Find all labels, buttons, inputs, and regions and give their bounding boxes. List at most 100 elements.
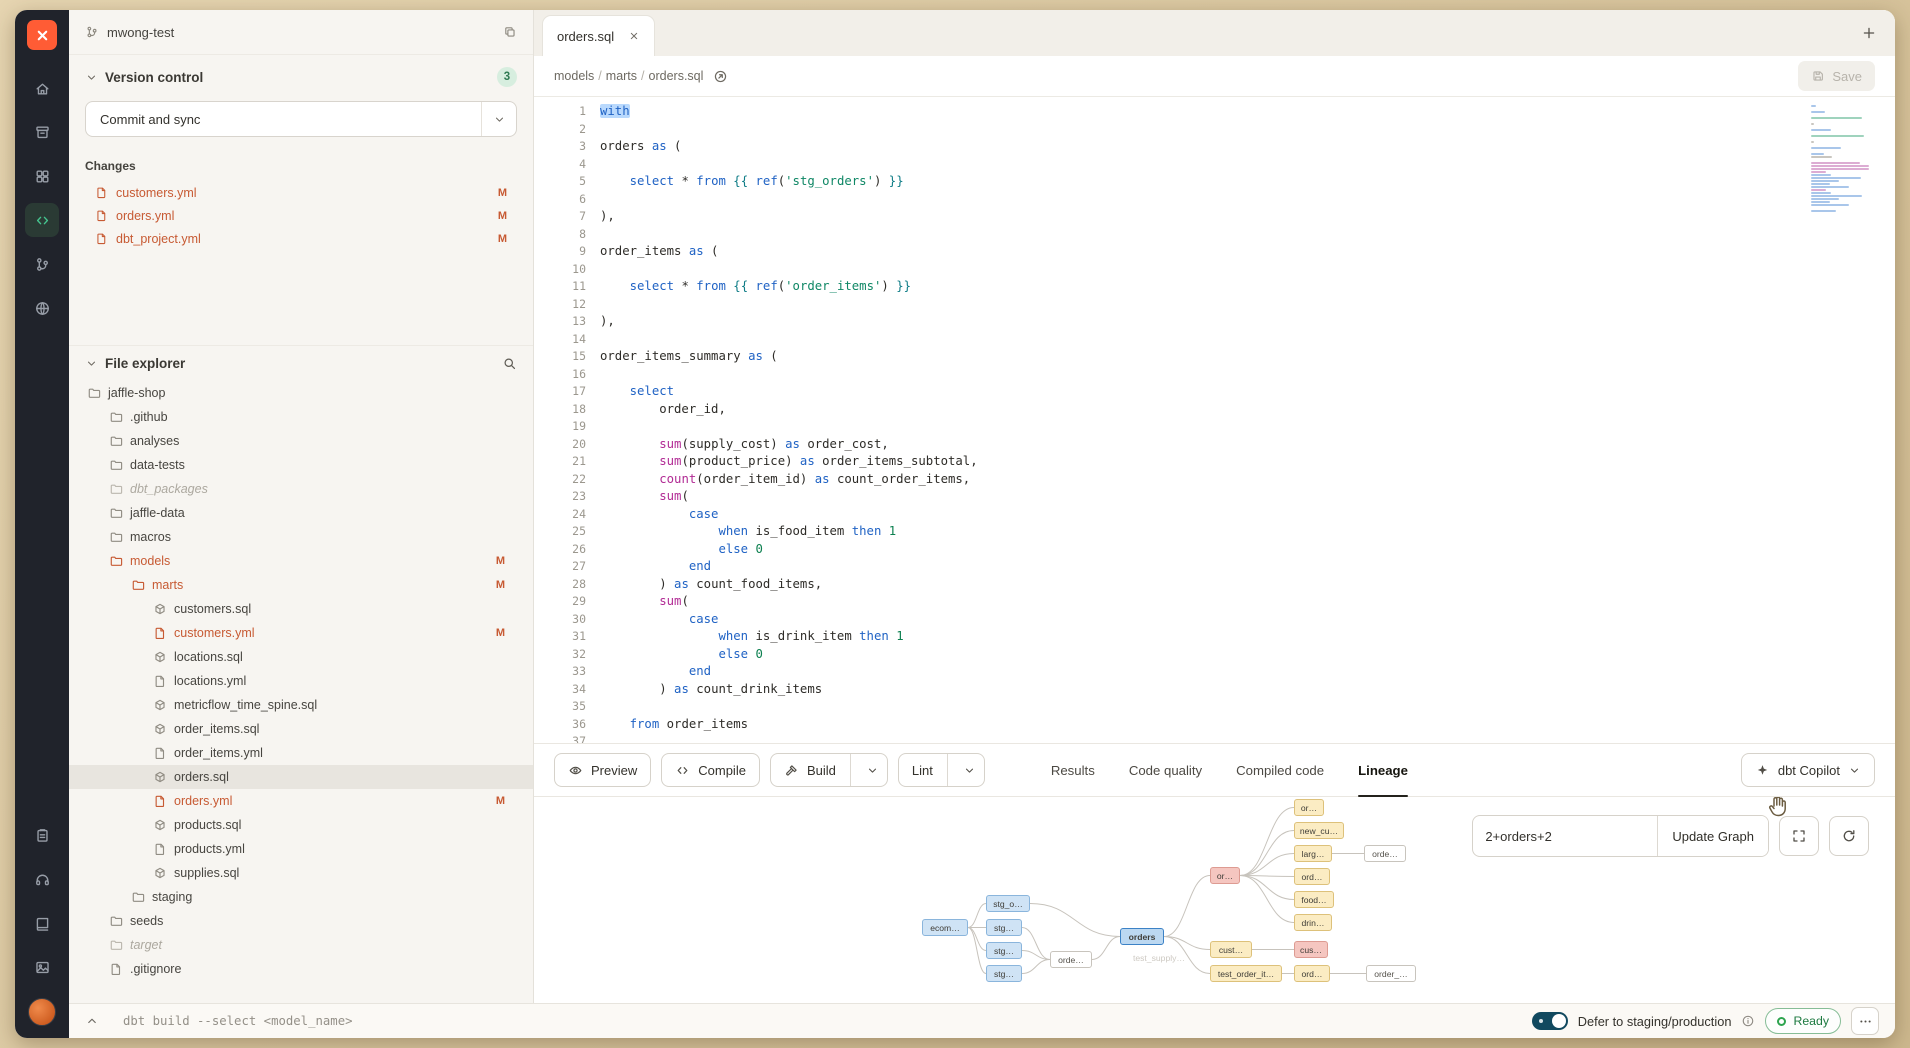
tree-item[interactable]: .gitignore bbox=[69, 957, 533, 981]
lineage-node-newcu[interactable]: new_cu… bbox=[1294, 822, 1344, 839]
breadcrumb[interactable]: models/marts/orders.sql bbox=[554, 69, 703, 83]
breadcrumb-segment[interactable]: orders.sql bbox=[649, 69, 704, 83]
code-line[interactable]: 28 ) as count_food_items, bbox=[534, 576, 1895, 594]
tree-item[interactable]: jaffle-shop bbox=[69, 381, 533, 405]
tree-item[interactable]: modelsM bbox=[69, 549, 533, 573]
tab-results[interactable]: Results bbox=[1051, 744, 1095, 796]
code-line[interactable]: 8 bbox=[534, 226, 1895, 244]
lineage-node-stg2[interactable]: stg… bbox=[986, 942, 1022, 959]
minimap[interactable] bbox=[1811, 105, 1873, 216]
copy-icon[interactable] bbox=[503, 25, 517, 39]
tree-item[interactable]: orders.sql bbox=[69, 765, 533, 789]
changed-file-row[interactable]: dbt_project.ymlM bbox=[85, 227, 517, 250]
code-line[interactable]: 23 sum( bbox=[534, 488, 1895, 506]
tree-item[interactable]: customers.ymlM bbox=[69, 621, 533, 645]
update-graph-button[interactable]: Update Graph bbox=[1657, 816, 1768, 856]
code-line[interactable]: 2 bbox=[534, 121, 1895, 139]
breadcrumb-segment[interactable]: marts bbox=[606, 69, 637, 83]
panel-collapse-button[interactable] bbox=[79, 1008, 105, 1034]
code-editor[interactable]: 1with23orders as (45 select * from {{ re… bbox=[534, 97, 1895, 743]
nav-code-button[interactable] bbox=[25, 203, 59, 237]
tree-item[interactable]: macros bbox=[69, 525, 533, 549]
code-line[interactable]: 34 ) as count_drink_items bbox=[534, 681, 1895, 699]
nav-grid-button[interactable] bbox=[25, 159, 59, 193]
code-line[interactable]: 22 count(order_item_id) as count_order_i… bbox=[534, 471, 1895, 489]
more-options-button[interactable] bbox=[1851, 1007, 1879, 1035]
code-line[interactable]: 15order_items_summary as ( bbox=[534, 348, 1895, 366]
code-line[interactable]: 4 bbox=[534, 156, 1895, 174]
lineage-node-stg0[interactable]: stg_o… bbox=[986, 895, 1030, 912]
tree-item[interactable]: target bbox=[69, 933, 533, 957]
command-input[interactable]: dbt build --select <model_name> bbox=[123, 1014, 353, 1028]
fullscreen-button[interactable] bbox=[1779, 816, 1819, 856]
code-line[interactable]: 29 sum( bbox=[534, 593, 1895, 611]
tree-item[interactable]: supplies.sql bbox=[69, 861, 533, 885]
version-control-header[interactable]: Version control 3 bbox=[85, 67, 517, 87]
tree-item[interactable]: seeds bbox=[69, 909, 533, 933]
code-line[interactable]: 25 when is_food_item then 1 bbox=[534, 523, 1895, 541]
code-line[interactable]: 10 bbox=[534, 261, 1895, 279]
lineage-node-orde[interactable]: orde… bbox=[1050, 951, 1092, 968]
code-line[interactable]: 9order_items as ( bbox=[534, 243, 1895, 261]
lineage-node-ord1[interactable]: ord… bbox=[1294, 868, 1330, 885]
code-line[interactable]: 27 end bbox=[534, 558, 1895, 576]
tree-item[interactable]: customers.sql bbox=[69, 597, 533, 621]
code-line[interactable]: 37 bbox=[534, 733, 1895, 743]
code-line[interactable]: 13), bbox=[534, 313, 1895, 331]
open-docs-icon[interactable] bbox=[713, 69, 728, 84]
lineage-node-orderw[interactable]: order_… bbox=[1366, 965, 1416, 982]
code-line[interactable]: 19 bbox=[534, 418, 1895, 436]
tree-item[interactable]: metricflow_time_spine.sql bbox=[69, 693, 533, 717]
refresh-button[interactable] bbox=[1829, 816, 1869, 856]
commit-dropdown-button[interactable] bbox=[481, 102, 516, 136]
lineage-node-drin[interactable]: drin… bbox=[1294, 914, 1332, 931]
commit-and-sync-button[interactable]: Commit and sync bbox=[85, 101, 517, 137]
tree-item[interactable]: products.sql bbox=[69, 813, 533, 837]
code-line[interactable]: 35 bbox=[534, 698, 1895, 716]
code-line[interactable]: 12 bbox=[534, 296, 1895, 314]
tree-item[interactable]: locations.sql bbox=[69, 645, 533, 669]
changed-file-row[interactable]: customers.ymlM bbox=[85, 181, 517, 204]
tree-item[interactable]: products.yml bbox=[69, 837, 533, 861]
code-line[interactable]: 5 select * from {{ ref('stg_orders') }} bbox=[534, 173, 1895, 191]
tree-item[interactable]: locations.yml bbox=[69, 669, 533, 693]
tree-item[interactable]: orders.ymlM bbox=[69, 789, 533, 813]
code-line[interactable]: 18 order_id, bbox=[534, 401, 1895, 419]
lineage-node-cusp[interactable]: cus… bbox=[1294, 941, 1328, 958]
code-line[interactable]: 6 bbox=[534, 191, 1895, 209]
nav-archive-button[interactable] bbox=[25, 115, 59, 149]
dbt-logo[interactable] bbox=[27, 20, 57, 50]
code-line[interactable]: 21 sum(product_price) as order_items_sub… bbox=[534, 453, 1895, 471]
code-line[interactable]: 31 when is_drink_item then 1 bbox=[534, 628, 1895, 646]
close-icon[interactable] bbox=[628, 30, 640, 42]
user-avatar[interactable] bbox=[28, 998, 56, 1026]
lineage-query-input[interactable] bbox=[1473, 816, 1657, 856]
code-line[interactable]: 33 end bbox=[534, 663, 1895, 681]
nav-headset-button[interactable] bbox=[25, 862, 59, 896]
code-line[interactable]: 14 bbox=[534, 331, 1895, 349]
lineage-node-ordew[interactable]: orde… bbox=[1364, 845, 1406, 862]
lineage-node-ecom[interactable]: ecom… bbox=[922, 919, 968, 936]
build-dropdown-button[interactable] bbox=[859, 754, 887, 786]
lineage-node-orp[interactable]: or… bbox=[1210, 867, 1240, 884]
code-line[interactable]: 7), bbox=[534, 208, 1895, 226]
info-icon[interactable] bbox=[1741, 1014, 1755, 1028]
nav-globe-button[interactable] bbox=[25, 291, 59, 325]
tab-compiled-code[interactable]: Compiled code bbox=[1236, 744, 1324, 796]
code-line[interactable]: 32 else 0 bbox=[534, 646, 1895, 664]
lineage-node-orders[interactable]: orders bbox=[1120, 928, 1164, 945]
breadcrumb-segment[interactable]: models bbox=[554, 69, 594, 83]
lint-dropdown-button[interactable] bbox=[956, 754, 984, 786]
code-line[interactable]: 17 select bbox=[534, 383, 1895, 401]
code-line[interactable]: 11 select * from {{ ref('order_items') }… bbox=[534, 278, 1895, 296]
dbt-copilot-button[interactable]: dbt Copilot bbox=[1741, 753, 1875, 787]
lineage-node-larg[interactable]: larg… bbox=[1294, 845, 1332, 862]
code-line[interactable]: 1with bbox=[534, 103, 1895, 121]
lint-button[interactable]: Lint bbox=[898, 753, 985, 787]
changed-file-row[interactable]: orders.ymlM bbox=[85, 204, 517, 227]
compile-button[interactable]: Compile bbox=[661, 753, 760, 787]
lineage-node-cust[interactable]: cust… bbox=[1210, 941, 1252, 958]
tree-item[interactable]: order_items.yml bbox=[69, 741, 533, 765]
lineage-node-ghost[interactable]: test_supply… bbox=[1128, 949, 1190, 966]
tree-item[interactable]: jaffle-data bbox=[69, 501, 533, 525]
